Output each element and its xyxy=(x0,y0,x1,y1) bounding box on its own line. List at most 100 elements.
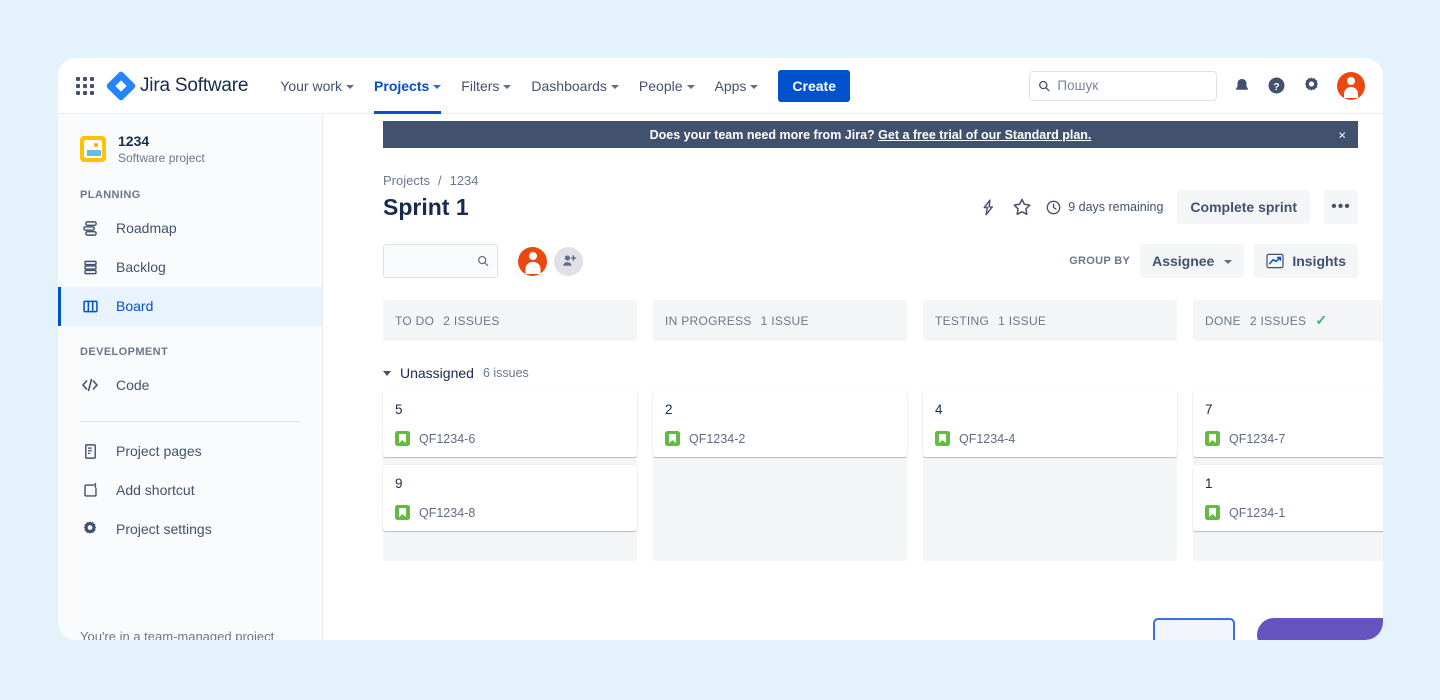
more-actions-button[interactable]: ••• xyxy=(1324,190,1358,224)
board-search-input[interactable] xyxy=(392,253,477,269)
lightning-bolt-icon[interactable] xyxy=(979,198,998,217)
board-avatars-group xyxy=(518,246,583,276)
help-question-icon[interactable]: ? xyxy=(1267,76,1286,95)
column-header[interactable]: TESTING 1 ISSUE xyxy=(923,300,1177,341)
nav-label: Your work xyxy=(280,77,343,94)
banner-trial-link[interactable]: Get a free trial of our Standard plan. xyxy=(878,128,1091,142)
sidebar-section-development: DEVELOPMENT xyxy=(80,345,169,358)
column-name: IN PROGRESS xyxy=(665,313,752,328)
complete-sprint-button[interactable]: Complete sprint xyxy=(1177,190,1310,224)
add-people-icon[interactable] xyxy=(554,246,583,276)
create-button[interactable]: Create xyxy=(778,69,851,102)
sidebar-item-project-pages[interactable]: Project pages xyxy=(58,432,322,471)
board-column-todo: TO DO 2 ISSUES xyxy=(383,300,637,341)
project-name: 1234 xyxy=(118,133,150,149)
project-sidebar: 1234 Software project PLANNING Roadmap B… xyxy=(58,114,323,640)
nav-item-people[interactable]: People xyxy=(629,58,705,114)
story-icon xyxy=(395,431,410,446)
chevron-down-icon[interactable] xyxy=(383,370,391,376)
chevron-down-icon xyxy=(686,84,695,89)
swimlane-name: Unassigned xyxy=(400,365,474,381)
board-column-done: DONE 2 ISSUES ✓ xyxy=(1193,300,1383,341)
breadcrumb-project[interactable]: 1234 xyxy=(450,173,479,188)
issue-card[interactable]: 9 QF1234-8 xyxy=(383,465,637,531)
board-search[interactable] xyxy=(383,244,498,278)
nav-item-filters[interactable]: Filters xyxy=(451,58,521,114)
nav-label: Dashboards xyxy=(531,77,607,94)
board-filter-right: GROUP BY Assignee Insights xyxy=(1069,244,1358,278)
group-by-select[interactable]: Assignee xyxy=(1140,244,1245,278)
notifications-bell-icon[interactable] xyxy=(1233,77,1251,95)
card-title: 2 xyxy=(665,402,673,417)
sidebar-item-backlog[interactable]: Backlog xyxy=(58,248,322,287)
bottom-floating-buttons xyxy=(1153,618,1383,640)
story-icon xyxy=(665,431,680,446)
sidebar-item-code[interactable]: Code xyxy=(58,366,322,405)
breadcrumb-projects[interactable]: Projects xyxy=(383,173,430,188)
sidebar-item-label: Backlog xyxy=(116,259,166,276)
column-count: 1 ISSUE xyxy=(760,313,809,328)
sidebar-item-board[interactable]: Board xyxy=(58,286,322,326)
swimlane-header[interactable]: Unassigned 6 issues xyxy=(383,365,1383,381)
card-title: 5 xyxy=(395,402,403,417)
apps-grid-icon[interactable] xyxy=(74,75,96,97)
card-title: 9 xyxy=(395,476,403,491)
sidebar-item-add-shortcut[interactable]: Add shortcut xyxy=(58,471,322,510)
primary-floating-button[interactable] xyxy=(1257,618,1383,640)
issue-card[interactable]: 1 QF1234-1 xyxy=(1193,465,1383,531)
nav-label: Projects xyxy=(374,77,430,94)
settings-gear-icon xyxy=(80,519,100,539)
sidebar-item-project-settings[interactable]: Project settings xyxy=(58,510,322,549)
story-icon xyxy=(1205,431,1220,446)
issue-card[interactable]: 2 QF1234-2 xyxy=(653,391,907,457)
banner-text: Does your team need more from Jira? xyxy=(649,127,875,142)
jira-brand[interactable]: Jira Software xyxy=(105,69,248,102)
insights-label: Insights xyxy=(1292,253,1346,269)
issue-card[interactable]: 5 QF1234-6 xyxy=(383,391,637,457)
star-icon[interactable] xyxy=(1012,197,1032,217)
nav-item-projects[interactable]: Projects xyxy=(364,58,451,114)
search-input[interactable] xyxy=(1057,78,1208,93)
nav-item-your-work[interactable]: Your work xyxy=(270,58,364,114)
chevron-down-icon xyxy=(750,84,759,89)
card-meta: QF1234-4 xyxy=(935,431,1165,446)
issue-card[interactable]: 7 QF1234-7 xyxy=(1193,391,1383,457)
board-member-avatar[interactable] xyxy=(518,246,547,276)
story-icon xyxy=(1205,505,1220,520)
card-key[interactable]: QF1234-1 xyxy=(1229,506,1285,520)
settings-gear-icon[interactable] xyxy=(1302,76,1321,95)
backlog-icon xyxy=(80,257,100,277)
issue-card[interactable]: 4 QF1234-4 xyxy=(923,391,1177,457)
column-name: TESTING xyxy=(935,313,990,328)
global-search[interactable] xyxy=(1029,70,1217,101)
card-key[interactable]: QF1234-8 xyxy=(419,506,475,520)
page-title-row: Sprint 1 9 days remaining Complete sprin… xyxy=(383,190,1358,224)
add-shortcut-icon xyxy=(80,480,100,500)
column-body-done: 7 QF1234-7 1 QF1234-1 xyxy=(1193,391,1383,561)
story-icon xyxy=(935,431,950,446)
main-content: Does your team need more from Jira? Get … xyxy=(323,114,1383,640)
breadcrumb: Projects / 1234 xyxy=(383,173,1383,188)
column-header[interactable]: DONE 2 ISSUES ✓ xyxy=(1193,300,1383,341)
secondary-floating-button[interactable] xyxy=(1153,618,1235,640)
column-header[interactable]: TO DO 2 ISSUES xyxy=(383,300,637,341)
nav-item-apps[interactable]: Apps xyxy=(705,58,769,114)
board-filter-row: GROUP BY Assignee Insights xyxy=(383,244,1358,278)
board-column-testing: TESTING 1 ISSUE xyxy=(923,300,1177,341)
insights-button[interactable]: Insights xyxy=(1254,244,1358,278)
days-remaining-label: 9 days remaining xyxy=(1068,200,1164,214)
swimlane-count: 6 issues xyxy=(482,366,529,380)
chevron-down-icon xyxy=(610,84,619,89)
chevron-down-icon xyxy=(433,84,442,89)
card-key[interactable]: QF1234-6 xyxy=(419,432,475,446)
nav-item-dashboards[interactable]: Dashboards xyxy=(521,58,629,114)
banner-close-icon[interactable]: × xyxy=(1338,127,1346,142)
card-key[interactable]: QF1234-2 xyxy=(689,432,745,446)
card-key[interactable]: QF1234-4 xyxy=(959,432,1015,446)
card-key[interactable]: QF1234-7 xyxy=(1229,432,1285,446)
sidebar-item-roadmap[interactable]: Roadmap xyxy=(58,209,322,248)
search-icon xyxy=(1039,80,1050,91)
sidebar-project-header[interactable]: 1234 Software project xyxy=(58,132,322,167)
column-header[interactable]: IN PROGRESS 1 ISSUE xyxy=(653,300,907,341)
user-avatar[interactable] xyxy=(1337,71,1365,100)
